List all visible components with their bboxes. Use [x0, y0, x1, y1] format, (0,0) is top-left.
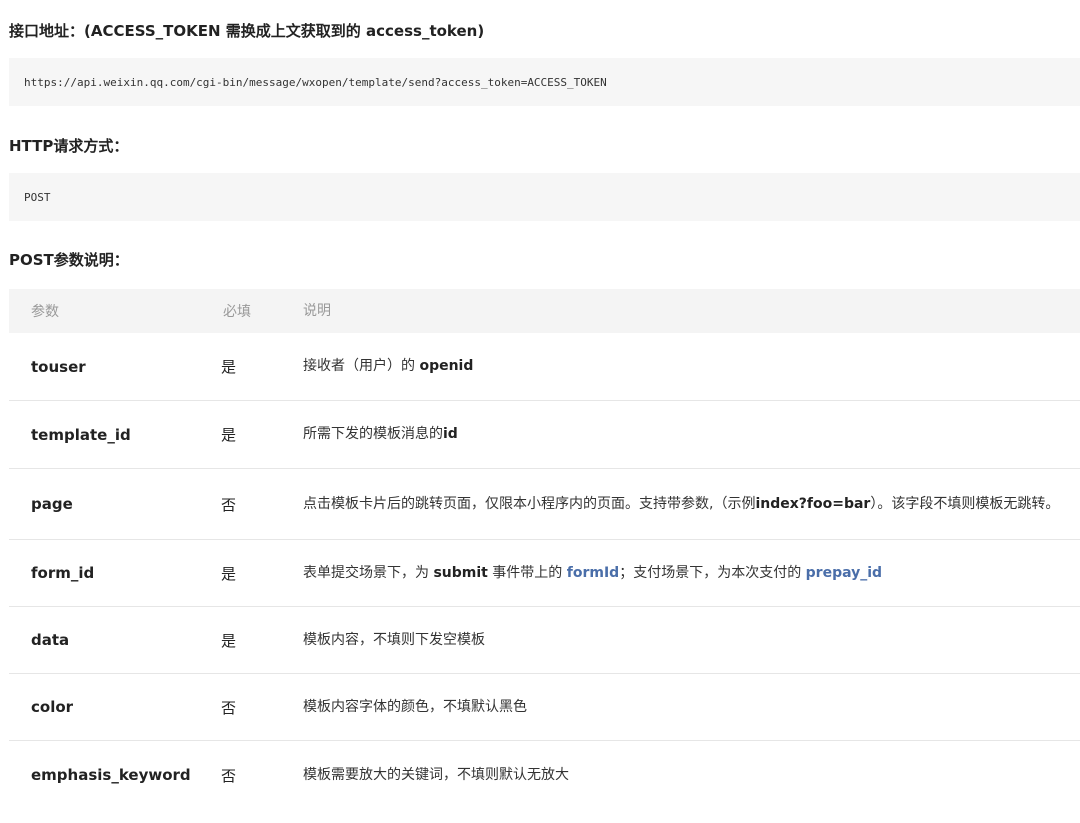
endpoint-url-code-block: https://api.weixin.qq.com/cgi-bin/messag…	[9, 58, 1080, 106]
params-table: 参数 必填 说明 touser 是 接收者（用户）的 openid template_…	[9, 289, 1080, 809]
table-row: form_id 是 表单提交场景下，为 submit 事件带上的 formId；支付…	[9, 540, 1080, 607]
param-name: form_id	[31, 564, 95, 582]
table-row: color 否 模板内容字体的颜色，不填默认黑色	[9, 674, 1080, 741]
method-heading: HTTP请求方式：	[9, 137, 129, 155]
param-name: data	[31, 631, 70, 649]
param-description: 所需下发的模板消息的id	[279, 424, 1080, 445]
param-required: 否	[221, 495, 237, 514]
description-text: 模板内容，不填则下发空模板	[303, 631, 485, 648]
param-name: emphasis_keyword	[31, 766, 191, 784]
reference-link[interactable]: prepay_id	[806, 565, 882, 581]
description-text: ；支付场景下，为本次支付的	[619, 564, 806, 581]
table-row: page 否 点击模板卡片后的跳转页面，仅限本小程序内的页面。支持带参数,（示例in…	[9, 469, 1080, 540]
description-text: 接收者（用户）的	[303, 358, 420, 374]
reference-link[interactable]: formId	[567, 565, 619, 581]
param-description: 模板内容字体的颜色，不填默认黑色	[279, 697, 1080, 718]
description-text: 点击模板卡片后的跳转页面，仅限本小程序内的页面。支持带参数,（示例	[303, 495, 756, 512]
description-text: 所需下发的模板消息的	[303, 426, 443, 442]
description-text: 事件带上的	[487, 564, 567, 581]
param-description: 模板内容，不填则下发空模板	[279, 630, 1080, 651]
description-text: 表单提交场景下，为	[303, 564, 434, 581]
method-code-block: POST	[9, 173, 1080, 221]
param-name: color	[31, 698, 74, 716]
header-description: 说明	[303, 302, 331, 319]
bold-term: submit	[433, 564, 488, 581]
description-text: 模板内容字体的颜色，不填默认黑色	[303, 698, 527, 715]
table-row: data 是 模板内容，不填则下发空模板	[9, 607, 1080, 674]
param-name: touser	[31, 357, 86, 376]
header-required: 必填	[223, 304, 251, 320]
endpoint-heading: 接口地址：(ACCESS_TOKEN 需换成上文获取到的 access_toke…	[9, 22, 485, 40]
param-required: 是	[221, 426, 237, 444]
description-text: ）。该字段不填则模板无跳转。	[870, 495, 1060, 512]
table-row: emphasis_keyword 否 模板需要放大的关键词，不填则默认无放大	[9, 741, 1080, 809]
table-body: touser 是接收者（用户）的 openid template_id 是所需下发的模…	[9, 333, 1080, 809]
params-heading: POST参数说明：	[9, 251, 129, 269]
param-description: 模板需要放大的关键词，不填则默认无放大	[279, 765, 1080, 786]
table-row: touser 是 接收者（用户）的 openid	[9, 333, 1080, 401]
endpoint-url: https://api.weixin.qq.com/cgi-bin/messag…	[24, 75, 607, 89]
bold-term: openid	[419, 358, 474, 374]
param-required: 否	[221, 766, 237, 785]
bold-term: index?foo=bar	[755, 495, 871, 512]
param-required: 是	[221, 631, 237, 650]
param-required: 是	[221, 358, 237, 376]
table-header: 参数 必填 说明	[9, 289, 1080, 333]
param-required: 是	[221, 564, 237, 583]
param-required: 否	[221, 698, 237, 717]
param-name: template_id	[31, 425, 131, 444]
param-name: page	[31, 495, 73, 513]
param-description: 表单提交场景下，为 submit 事件带上的 formId；支付场景下，为本次支…	[279, 563, 1080, 584]
method-value: POST	[24, 190, 51, 204]
param-description: 点击模板卡片后的跳转页面，仅限本小程序内的页面。支持带参数,（示例index?f…	[279, 494, 1080, 515]
header-param: 参数	[31, 304, 59, 320]
param-description: 接收者（用户）的 openid	[279, 356, 1080, 377]
table-row: template_id 是 所需下发的模板消息的id	[9, 401, 1080, 469]
description-text: 模板需要放大的关键词，不填则默认无放大	[303, 766, 569, 783]
bold-term: id	[443, 426, 458, 442]
